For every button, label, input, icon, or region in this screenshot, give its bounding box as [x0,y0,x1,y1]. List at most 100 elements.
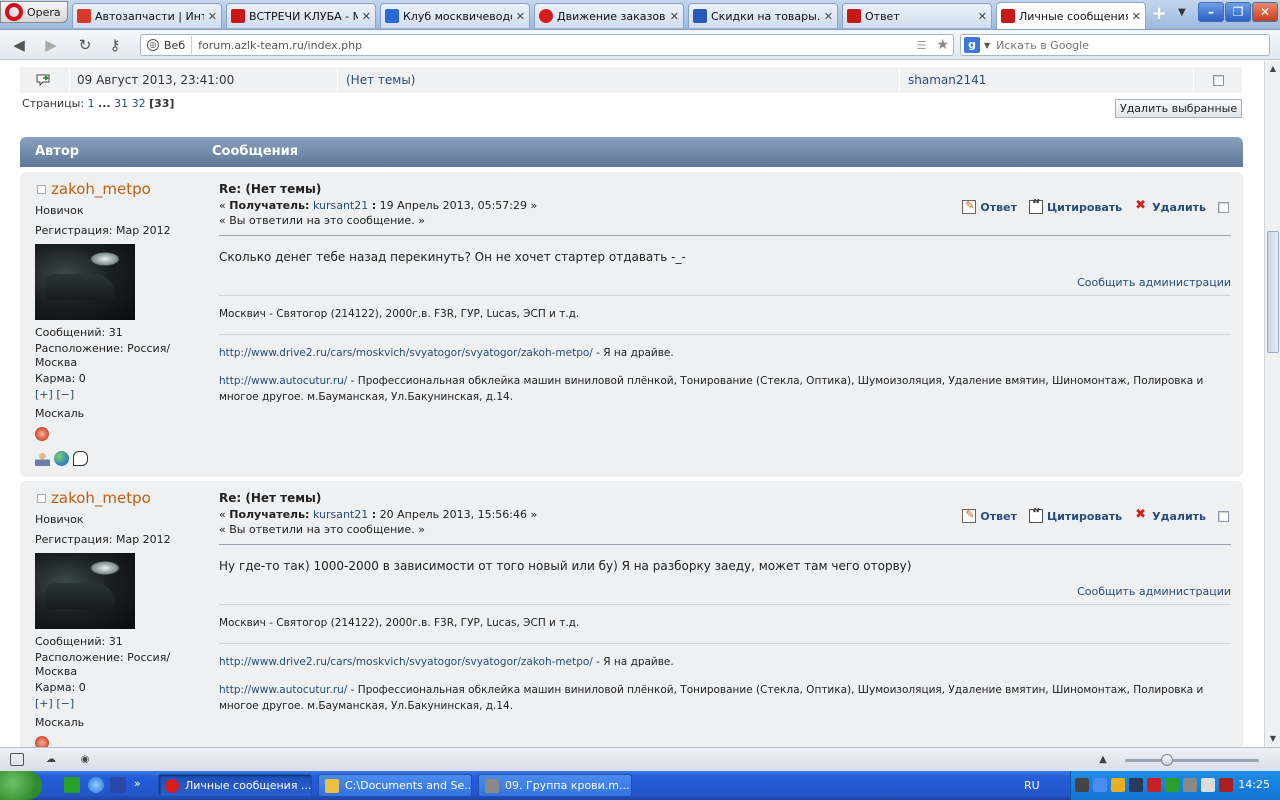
karma-plus-link[interactable]: [+] [35,388,53,401]
panel-toggle-icon[interactable] [10,753,24,766]
tray-warning-icon[interactable] [1147,778,1161,792]
zoom-slider[interactable] [1125,754,1259,766]
website-globe-icon[interactable] [54,451,69,466]
taskbar-item-media-player[interactable]: 09. Группа крови.m... [478,774,632,797]
page-link-31[interactable]: 31 [114,97,128,110]
tab-close-icon[interactable]: ✕ [516,10,525,23]
tray-volume-icon[interactable] [1201,778,1215,792]
report-to-admin-link[interactable]: Сообщить администрации [219,276,1231,289]
tray-network-icon[interactable] [1093,778,1107,792]
delete-button[interactable]: Удалить [1134,507,1206,523]
pm-list-row[interactable]: 09 Август 2013, 23:41:00 (Нет темы) sham… [20,67,1242,93]
delete-button[interactable]: Удалить [1134,198,1206,214]
tray-app-icon[interactable] [1075,778,1089,792]
bookmark-star-icon[interactable]: ★ [936,37,949,53]
rss-feed-icon[interactable]: ☰ [916,39,930,52]
search-box[interactable]: g ▼ [960,34,1270,56]
drive2-link[interactable]: http://www.drive2.ru/cars/moskvich/svyat… [219,656,593,668]
tray-security-icon[interactable] [1219,778,1233,792]
forward-button[interactable]: ▶ [42,36,60,54]
tray-monitor-icon[interactable] [1129,778,1143,792]
tab-moskvich-club[interactable]: Клуб москвичеводо... ✕ [380,3,530,28]
tab-club-meetings[interactable]: ВСТРЕЧИ КЛУБА - М... ✕ [226,3,376,28]
back-button[interactable]: ◀ [10,36,28,54]
recipient-link[interactable]: kursant21 [313,508,368,521]
page-link-32[interactable]: 32 [132,97,146,110]
karma-minus-link[interactable]: [−] [56,388,74,401]
opera-unite-cloud-icon[interactable]: ☁ [44,753,58,766]
address-url[interactable]: forum.azlk-team.ru/index.php [192,39,916,52]
close-window-button[interactable]: ✕ [1252,2,1278,22]
tab-close-icon[interactable]: ✕ [208,10,217,23]
reload-button[interactable]: ↻ [76,36,94,54]
maximize-button[interactable]: ❐ [1225,2,1251,22]
speed-dial-gauge-icon[interactable]: ◉ [78,753,92,766]
reply-button[interactable]: Ответ [962,199,1017,214]
tab-autoparts[interactable]: Автозапчасти | Инт... ✕ [72,3,222,28]
tab-list-chevron-icon[interactable]: ▼ [1178,7,1186,18]
zoom-triangle-icon[interactable]: ▲ [1096,753,1110,766]
scroll-up-arrow-icon[interactable]: ▲ [1266,62,1280,76]
avatar[interactable] [35,553,135,629]
tab-close-icon[interactable]: ✕ [978,10,987,23]
pm-sender-link[interactable]: shaman2141 [900,67,1194,93]
pm-select-checkbox[interactable] [1212,74,1224,86]
scrollbar-thumb[interactable] [1267,231,1279,353]
page-link-1[interactable]: 1 [88,97,95,110]
post-select-checkbox[interactable] [1218,510,1229,522]
author-karma: Карма: 0 [35,372,86,385]
replied-message-icon [36,74,49,87]
drive2-link[interactable]: http://www.drive2.ru/cars/moskvich/svyat… [219,347,593,359]
pm-subject-link[interactable]: (Нет темы) [338,67,900,93]
tray-green-icon[interactable] [1165,778,1179,792]
quicklaunch-media-icon[interactable] [110,777,126,793]
recipient-link[interactable]: kursant21 [313,199,368,212]
tab-close-icon[interactable]: ✕ [824,10,833,23]
address-field[interactable]: ◎ Веб forum.azlk-team.ru/index.php ☰ ★ [140,34,954,56]
delete-selected-button[interactable]: Удалить выбранные [1115,99,1243,118]
tab-reply[interactable]: Ответ ✕ [842,3,992,28]
autocutur-link[interactable]: http://www.autocutur.ru/ [219,684,347,696]
vertical-scrollbar[interactable]: ▲ ▼ [1264,61,1280,747]
scheme-badge[interactable]: ◎ Веб [141,36,193,54]
wand-key-icon[interactable]: ⚷ [106,36,124,54]
tray-device-icon[interactable] [1183,778,1197,792]
profile-icon[interactable] [35,451,50,466]
quicklaunch-app-icon[interactable] [64,777,80,793]
author-name-link[interactable]: zakoh_metpo [51,489,151,507]
post-select-checkbox[interactable] [1218,201,1229,213]
tab-order-tracking[interactable]: Движение заказов ✕ [534,3,684,28]
input-language-indicator[interactable]: RU [1024,779,1040,792]
system-tray: 14:25 [1070,771,1280,800]
autocutur-link[interactable]: http://www.autocutur.ru/ [219,375,347,387]
quote-button[interactable]: Цитировать [1028,507,1122,523]
tab-close-icon[interactable]: ✕ [362,10,371,23]
google-engine-icon[interactable]: g [964,37,980,53]
taskbar-item-explorer[interactable]: C:\Documents and Se... [318,774,472,797]
internet-explorer-icon[interactable] [88,777,104,793]
avatar[interactable] [35,244,135,320]
reply-button[interactable]: Ответ [962,508,1017,523]
search-engine-chevron-icon[interactable]: ▼ [984,41,990,50]
taskbar-clock[interactable]: 14:25 [1238,778,1270,791]
minimize-button[interactable]: – [1198,2,1224,22]
search-input[interactable] [996,38,1269,52]
zoom-slider-knob[interactable] [1161,754,1173,766]
tab-close-icon[interactable]: ✕ [670,10,679,23]
quicklaunch-overflow-icon[interactable]: » [134,777,144,793]
report-to-admin-link[interactable]: Сообщить администрации [219,585,1231,598]
tab-personal-messages[interactable]: Личные сообщения ✕ [996,2,1146,29]
tab-dns-discounts[interactable]: Скидки на товары.... ✕ [688,3,838,28]
author-name-link[interactable]: zakoh_metpo [51,180,151,198]
opera-menu-button[interactable]: Opera [0,1,68,23]
send-pm-speech-icon[interactable] [73,451,88,466]
tray-shield-icon[interactable] [1111,778,1125,792]
karma-plus-link[interactable]: [+] [35,697,53,710]
scroll-down-arrow-icon[interactable]: ▼ [1266,732,1280,746]
taskbar-item-opera[interactable]: Личные сообщения ... [158,774,312,797]
quote-button[interactable]: Цитировать [1028,198,1122,214]
tab-close-icon[interactable]: ✕ [1132,10,1141,23]
karma-minus-link[interactable]: [−] [56,697,74,710]
new-tab-button[interactable]: + [1148,5,1170,25]
start-button[interactable] [0,771,42,800]
